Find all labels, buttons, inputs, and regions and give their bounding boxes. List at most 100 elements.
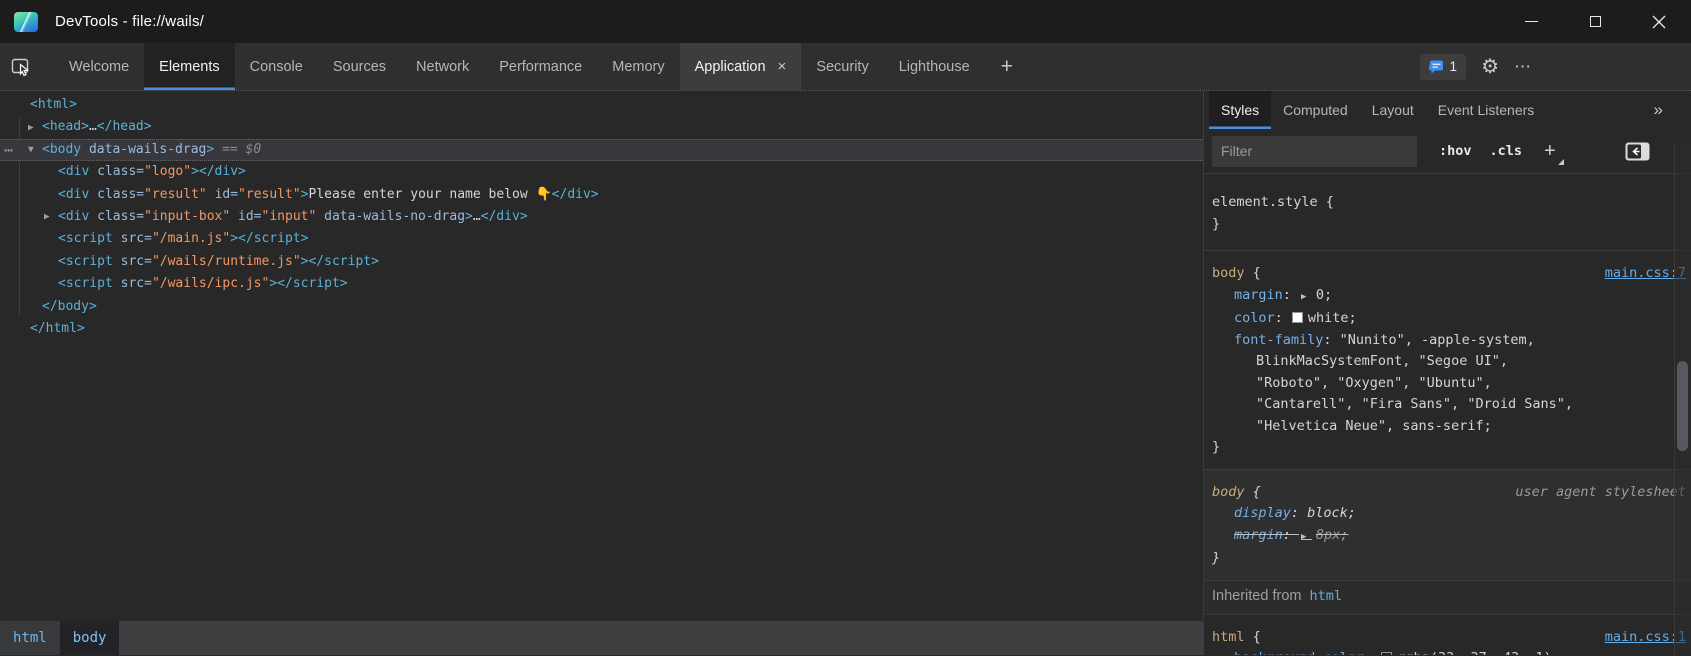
more-options-icon[interactable]: ⋯ (1514, 57, 1532, 77)
dom-tree-row[interactable]: <div class="result" id="result">Please e… (0, 184, 1203, 206)
css-property[interactable]: display: block; (1212, 503, 1683, 525)
scrollbar-thumb[interactable] (1677, 361, 1688, 451)
expand-shorthand-icon[interactable]: ▶ (1301, 292, 1312, 302)
tab-computed[interactable]: Computed (1271, 91, 1360, 129)
dom-tree-row[interactable]: <script src="/wails/ipc.js"></script> (0, 273, 1203, 295)
row-actions-icon[interactable]: ⋯ (4, 139, 12, 161)
tab-lighthouse[interactable]: Lighthouse (884, 43, 985, 90)
open-brace: { (1318, 194, 1334, 210)
close-icon (1652, 15, 1666, 29)
tab-close-icon[interactable]: × (778, 59, 787, 74)
maximize-button[interactable] (1563, 0, 1627, 43)
code-token: "result" (144, 187, 207, 202)
dom-tree-row[interactable]: <script src="/main.js"></script> (0, 228, 1203, 250)
tab-event-listeners[interactable]: Event Listeners (1426, 91, 1547, 129)
styles-filter-input[interactable] (1212, 136, 1417, 167)
property-name: margin (1234, 287, 1283, 303)
rule-header: body {main.css:7 (1212, 263, 1683, 285)
tab-label: Network (416, 59, 469, 75)
css-property[interactable]: font-family: "Nunito", -apple-system, (1212, 330, 1683, 352)
css-property[interactable]: color: white; (1212, 308, 1683, 330)
minimize-button[interactable] (1499, 0, 1563, 43)
dom-tree: <html>▶<head>…</head>⋯▼<body data-wails-… (0, 91, 1203, 621)
tab-styles[interactable]: Styles (1209, 91, 1271, 129)
tab-label: Elements (159, 59, 219, 75)
toolbar-right-group: 1 ⚙ ⋯ (1420, 43, 1532, 90)
tab-label: Performance (499, 59, 582, 75)
tab-console[interactable]: Console (235, 43, 318, 90)
code-token: <div (58, 187, 89, 202)
code-token (113, 231, 121, 246)
settings-gear-icon[interactable]: ⚙ (1481, 57, 1499, 77)
tab-layout[interactable]: Layout (1360, 91, 1426, 129)
code-token (89, 164, 97, 179)
element-classes-button[interactable]: .cls (1490, 143, 1523, 159)
property-value: rgba(33, 37, 43, 1); (1397, 650, 1560, 655)
inherited-target-link[interactable]: html (1309, 586, 1342, 608)
code-token: ></div> (191, 164, 246, 179)
code-token: ></script> (301, 254, 379, 269)
more-panels-chevron-icon[interactable]: » (1654, 91, 1663, 129)
css-property[interactable]: background-color: rgba(33, 37, 43, 1); (1212, 648, 1683, 655)
more-tools-button[interactable]: + (985, 43, 1029, 90)
dom-tree-row[interactable]: ⋯▼<body data-wails-drag> == $0 (0, 139, 1203, 161)
code-token: > (465, 209, 473, 224)
code-token: "result" (238, 187, 301, 202)
tab-application[interactable]: Application× (680, 43, 802, 90)
code-token: id= (215, 187, 238, 202)
breadcrumb-html[interactable]: html (0, 621, 60, 655)
styles-rules-pane: element.style {}body {main.css:7margin: … (1204, 174, 1691, 655)
dom-tree-row[interactable]: <html> (0, 94, 1203, 116)
dom-tree-row[interactable]: </body> (0, 296, 1203, 318)
property-name: background-color (1234, 650, 1364, 655)
expand-arrow-open-icon[interactable]: ▼ (28, 139, 34, 161)
rule-selector[interactable]: body (1212, 484, 1245, 500)
code-token: <script (58, 276, 113, 291)
close-button[interactable] (1627, 0, 1691, 43)
tab-memory[interactable]: Memory (597, 43, 679, 90)
issues-counter-button[interactable]: 1 (1420, 54, 1467, 80)
expand-shorthand-icon[interactable]: ▶ (1301, 532, 1312, 542)
tab-network[interactable]: Network (401, 43, 484, 90)
dom-tree-row[interactable]: </html> (0, 318, 1203, 340)
rule-selector[interactable]: html (1212, 629, 1245, 645)
rule-selector[interactable]: body (1212, 265, 1245, 281)
color-swatch[interactable] (1381, 652, 1392, 655)
close-brace: } (1212, 548, 1683, 570)
new-rule-dropdown-triangle (1558, 159, 1564, 165)
property-colon: : (1283, 287, 1299, 303)
tab-elements[interactable]: Elements (144, 43, 234, 90)
property-value: white; (1308, 310, 1357, 326)
expand-arrow-icon[interactable]: ▶ (44, 206, 50, 228)
code-token: <html> (30, 97, 77, 112)
inspect-element-button[interactable] (0, 43, 42, 90)
property-name: margin (1234, 527, 1283, 543)
code-token: data-wails-no-drag (324, 209, 465, 224)
dom-tree-row[interactable]: ▶<div class="input-box" id="input" data-… (0, 206, 1203, 228)
dom-tree-row[interactable]: <div class="logo"></div> (0, 161, 1203, 183)
code-token: src= (121, 231, 152, 246)
expand-arrow-icon[interactable]: ▶ (28, 116, 34, 138)
toggle-computed-sidebar-button[interactable] (1625, 142, 1650, 161)
tab-sources[interactable]: Sources (318, 43, 401, 90)
color-swatch[interactable] (1292, 312, 1303, 323)
window-title: DevTools - file://wails/ (55, 13, 204, 30)
breadcrumb-body[interactable]: body (60, 621, 120, 655)
new-style-rule-button[interactable]: + (1544, 141, 1562, 161)
tab-performance[interactable]: Performance (484, 43, 597, 90)
tab-welcome[interactable]: Welcome (54, 43, 144, 90)
styles-scrollbar[interactable] (1674, 143, 1691, 655)
rule-selector[interactable]: element.style (1212, 194, 1318, 210)
elements-panel: <html>▶<head>…</head>⋯▼<body data-wails-… (0, 91, 1204, 655)
tab-label: Welcome (69, 59, 129, 75)
css-rule-section: html {main.css:1background-color: rgba(3… (1204, 615, 1691, 656)
code-token: "/main.js" (152, 231, 230, 246)
dom-tree-row[interactable]: <script src="/wails/runtime.js"></script… (0, 251, 1203, 273)
css-property[interactable]: margin: ▶ 8px; (1212, 525, 1683, 549)
property-name: display (1234, 505, 1291, 521)
toggle-element-state-button[interactable]: :hov (1439, 143, 1472, 159)
tab-security[interactable]: Security (801, 43, 883, 90)
dom-tree-row[interactable]: ▶<head>…</head> (0, 116, 1203, 138)
css-property[interactable]: margin: ▶ 0; (1212, 285, 1683, 309)
tab-label: Console (250, 59, 303, 75)
